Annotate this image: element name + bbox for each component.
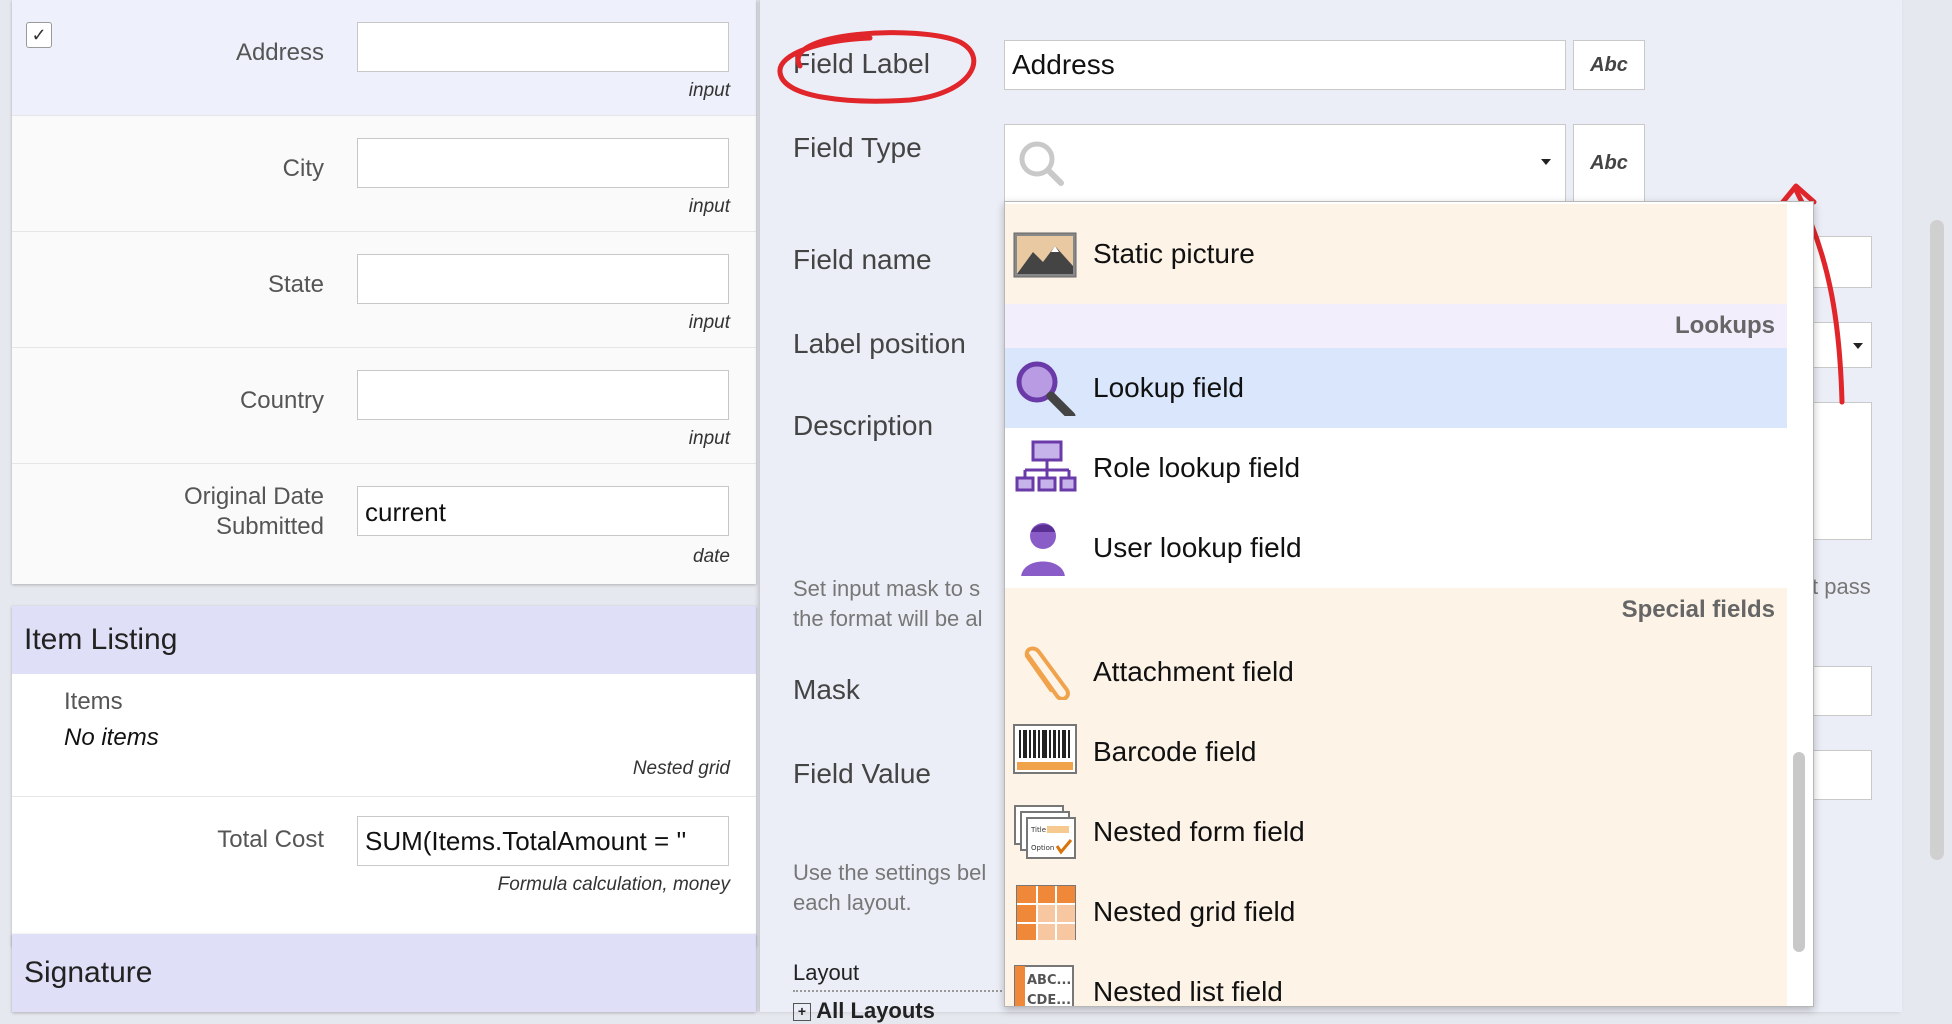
section-title: Signature bbox=[12, 934, 756, 1012]
field-type-caption: Nested grid bbox=[632, 758, 730, 779]
city-input[interactable] bbox=[357, 138, 729, 188]
dropdown-item-static-picture[interactable]: Static picture bbox=[1005, 204, 1787, 304]
field-properties-panel: Field Label Address Abc Field Type Abc F… bbox=[760, 0, 1902, 1023]
field-type-caption: input bbox=[688, 312, 730, 333]
all-layouts-label: All Layouts bbox=[816, 998, 935, 1023]
dropdown-item-attachment-field[interactable]: Attachment field bbox=[1005, 632, 1787, 712]
field-value-input[interactable] bbox=[1812, 750, 1872, 800]
dropdown-group-special-fields: Special fields bbox=[1005, 588, 1787, 632]
field-type-caption: Formula calculation, money bbox=[497, 874, 730, 895]
dropdown-item-barcode-field[interactable]: Barcode field bbox=[1005, 712, 1787, 792]
dropdown-item-label: Static picture bbox=[1093, 238, 1255, 269]
mask-input[interactable] bbox=[1812, 666, 1872, 716]
divider bbox=[12, 796, 756, 797]
dropdown-item-label: Role lookup field bbox=[1093, 452, 1301, 483]
field-label-abc-button[interactable]: Abc bbox=[1573, 40, 1645, 90]
field-type-caption: input bbox=[688, 428, 730, 449]
search-icon bbox=[1019, 141, 1064, 186]
field-name-label: Field name bbox=[793, 244, 932, 275]
dropdown-item-label: User lookup field bbox=[1093, 532, 1302, 563]
country-input[interactable] bbox=[357, 370, 729, 420]
nested-list-icon-abc: ABC... bbox=[1027, 973, 1071, 988]
field-value-label: Field Value bbox=[793, 758, 932, 789]
dropdown-item-role-lookup-field[interactable]: Role lookup field bbox=[1005, 428, 1787, 508]
nested-form-icon: Title Option bbox=[1014, 805, 1076, 859]
form-row-label: Original Date Submitted bbox=[184, 482, 324, 542]
chevron-down-icon[interactable] bbox=[1539, 157, 1553, 167]
mask-hint-line-1: Set input mask to s bbox=[793, 576, 981, 601]
dropdown-item-label: Nested form field bbox=[1093, 816, 1305, 847]
signature-section: Signature bbox=[12, 934, 756, 1012]
layout-hint-line-2: each layout. bbox=[793, 890, 912, 915]
field-type-caption: input bbox=[688, 196, 730, 217]
form-row-city[interactable]: City input bbox=[12, 116, 756, 232]
items-label: Items bbox=[64, 688, 123, 715]
paperclip-icon bbox=[1024, 646, 1070, 700]
description-textarea[interactable] bbox=[1812, 402, 1872, 540]
total-cost-input[interactable]: SUM(Items.TotalAmount = '' bbox=[357, 816, 729, 866]
section-title: Item Listing bbox=[12, 606, 756, 674]
dropdown-item-nested-list-field[interactable]: ABC... CDE... Nested list field bbox=[1005, 952, 1787, 1007]
dropdown-group-lookups: Lookups bbox=[1005, 304, 1787, 348]
label-line-1: Original Date bbox=[183, 483, 324, 510]
layout-hint-line-1: Use the settings bel bbox=[793, 860, 987, 885]
form-row-original-date[interactable]: Original Date Submitted current date bbox=[12, 464, 756, 584]
layout-label: Layout bbox=[793, 960, 860, 985]
page-scrollbar-thumb[interactable] bbox=[1930, 220, 1944, 860]
field-type-dropdown[interactable]: Static picture Lookups Lookup field Role… bbox=[1004, 201, 1814, 1007]
form-row-label: City bbox=[282, 155, 324, 182]
dropdown-item-label: Attachment field bbox=[1093, 656, 1294, 687]
all-layouts-item[interactable]: + All Layouts bbox=[793, 998, 935, 1024]
nested-form-icon-option: Option bbox=[1031, 844, 1054, 852]
barcode-icon bbox=[1013, 724, 1077, 774]
nested-form-icon-title: Title bbox=[1030, 826, 1046, 834]
form-row-country[interactable]: Country input bbox=[12, 348, 756, 464]
description-label: Description bbox=[793, 410, 934, 441]
mask-label: Mask bbox=[793, 674, 860, 705]
field-type-label: Field Type bbox=[793, 132, 922, 163]
form-row-label: Address bbox=[235, 39, 324, 66]
grid-table-icon bbox=[1016, 885, 1076, 940]
field-type-select[interactable] bbox=[1004, 124, 1566, 202]
field-type-caption: input bbox=[688, 80, 730, 101]
field-label-input[interactable]: Address bbox=[1004, 40, 1566, 90]
address-section-card: ✓ Address input City input State input C… bbox=[12, 0, 756, 584]
original-date-input[interactable]: current bbox=[357, 486, 729, 536]
dropdown-item-label: Barcode field bbox=[1093, 736, 1257, 767]
form-preview: ✓ Address input City input State input C… bbox=[0, 0, 760, 1012]
dropdown-item-label: Nested grid field bbox=[1093, 896, 1296, 927]
org-chart-icon bbox=[1015, 440, 1077, 492]
expand-icon[interactable]: + bbox=[793, 1003, 811, 1022]
label-position-label: Label position bbox=[793, 328, 966, 359]
dropdown-item-lookup-field[interactable]: Lookup field bbox=[1005, 348, 1787, 428]
field-type-abc-button[interactable]: Abc bbox=[1573, 124, 1645, 202]
item-listing-section: Item Listing Items No items Nested grid … bbox=[12, 606, 756, 946]
dropdown-item-user-lookup-field[interactable]: User lookup field bbox=[1005, 508, 1787, 588]
state-input[interactable] bbox=[357, 254, 729, 304]
dropdown-item-label: Nested list field bbox=[1093, 976, 1283, 1007]
form-row-label: State bbox=[267, 271, 324, 298]
form-row-label: Country bbox=[239, 387, 324, 414]
row-select-checkbox[interactable]: ✓ bbox=[26, 22, 52, 48]
dropdown-scrollbar-thumb[interactable] bbox=[1793, 752, 1805, 952]
address-input[interactable] bbox=[357, 22, 729, 72]
dropdown-item-nested-form-field[interactable]: Title Option Nested form field bbox=[1005, 792, 1787, 872]
user-icon bbox=[1021, 523, 1065, 576]
field-type-caption: date bbox=[693, 546, 730, 567]
red-annotation-circle bbox=[777, 30, 977, 104]
mask-hint-line-1-end: t pass bbox=[1812, 574, 1871, 599]
landscape-picture-icon bbox=[1013, 232, 1077, 278]
mask-hint-line-2: the format will be al bbox=[793, 606, 983, 631]
label-line-2: Submitted bbox=[215, 513, 324, 540]
magnifier-icon bbox=[1016, 361, 1076, 416]
form-row-address[interactable]: ✓ Address input bbox=[12, 0, 756, 116]
nested-list-icon: ABC... CDE... bbox=[1014, 965, 1074, 1007]
form-row-state[interactable]: State input bbox=[12, 232, 756, 348]
items-empty-text: No items bbox=[64, 724, 159, 751]
dropdown-item-label: Lookup field bbox=[1093, 372, 1245, 403]
nested-list-icon-cde: CDE... bbox=[1027, 993, 1071, 1007]
total-cost-label: Total Cost bbox=[217, 826, 324, 853]
dropdown-item-nested-grid-field[interactable]: Nested grid field bbox=[1005, 872, 1787, 952]
